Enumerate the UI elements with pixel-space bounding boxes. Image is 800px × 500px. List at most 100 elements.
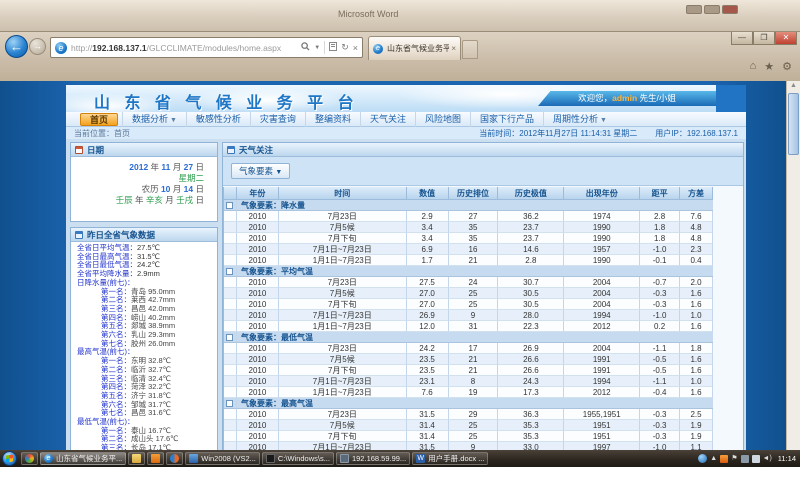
- table-row[interactable]: 20107月下旬31.42535.31951-0.31.9: [224, 431, 713, 442]
- table-row[interactable]: 20107月1日~7月23日23.1824.31994-1.11.0: [224, 376, 713, 387]
- taskbar-task-7[interactable]: C:\Windows\s...: [262, 452, 334, 465]
- back-button[interactable]: ←: [5, 35, 28, 58]
- close-button[interactable]: ✕: [775, 32, 797, 45]
- table-cell: 26.9: [498, 343, 564, 354]
- menu-item-9[interactable]: 周期性分析 ▼: [543, 112, 616, 127]
- table-row[interactable]: 20107月5候23.52126.61991-0.51.6: [224, 354, 713, 365]
- table-row[interactable]: 20107月23日31.52936.31955,1951-0.32.5: [224, 409, 713, 420]
- table-cell: 2010: [237, 222, 279, 233]
- collapse-icon[interactable]: [226, 334, 233, 341]
- taskbar-task-9[interactable]: W用户手册.docx ...: [412, 452, 488, 465]
- table-row[interactable]: 20101月1日~7月23日7.61917.32012-0.41.6: [224, 387, 713, 398]
- taskbar-task-5[interactable]: [166, 452, 183, 465]
- column-header[interactable]: 年份: [237, 187, 279, 200]
- column-header[interactable]: 距平: [640, 187, 680, 200]
- table-row[interactable]: 20107月23日24.21726.92004-1.11.8: [224, 343, 713, 354]
- minimize-button[interactable]: —: [731, 32, 753, 45]
- close-icon[interactable]: [722, 5, 738, 14]
- table-row[interactable]: 20107月23日27.52430.72004-0.72.0: [224, 277, 713, 288]
- table-group-row[interactable]: 气象要素：最低气温: [224, 332, 713, 343]
- taskbar-task-2[interactable]: e山东省气候业务平...: [40, 452, 126, 465]
- column-header[interactable]: 出现年份: [564, 187, 640, 200]
- minimize-icon[interactable]: [686, 5, 702, 14]
- menu-item-6[interactable]: 天气关注: [360, 112, 415, 127]
- globe-tray-icon[interactable]: [698, 454, 707, 463]
- show-hidden-icons[interactable]: ▲: [710, 454, 717, 463]
- table-row[interactable]: 20107月1日~7月23日6.91614.61957-1.02.3: [224, 244, 713, 255]
- row-indicator-cell: [224, 420, 237, 431]
- table-row[interactable]: 20107月5候27.02530.52004-0.31.6: [224, 288, 713, 299]
- date-text: 2012: [129, 162, 148, 172]
- table-row[interactable]: 20107月下旬23.52126.61991-0.51.6: [224, 365, 713, 376]
- table-cell: -0.3: [640, 288, 680, 299]
- home-icon[interactable]: ⌂: [750, 60, 757, 73]
- maximize-icon[interactable]: [704, 5, 720, 14]
- column-header[interactable]: 方差: [680, 187, 713, 200]
- scrollbar-thumb[interactable]: [788, 93, 799, 155]
- taskbar-task-label: C:\Windows\s...: [278, 454, 330, 463]
- date-line: 2012 年 11 月 27 日: [71, 162, 204, 173]
- table-row[interactable]: 20101月1日~7月23日12.03122.320120.21.6: [224, 321, 713, 332]
- menu-item-3[interactable]: 敏感性分析: [186, 112, 250, 127]
- table-row[interactable]: 20101月1日~7月23日1.7212.81990-0.10.4: [224, 255, 713, 266]
- maximize-button[interactable]: ❐: [753, 32, 775, 45]
- taskbar-task-4[interactable]: [147, 452, 164, 465]
- network-tray-icon[interactable]: [752, 455, 760, 463]
- table-group-row[interactable]: 气象要素：最高气温: [224, 398, 713, 409]
- table-cell: -0.7: [640, 277, 680, 288]
- action-center-flag-icon[interactable]: ⚑: [731, 454, 737, 463]
- favorites-star-icon[interactable]: ★: [764, 60, 774, 73]
- page-scrollbar[interactable]: ▲ ▼: [786, 81, 800, 467]
- table-row[interactable]: 20107月5候3.43523.719901.84.8: [224, 222, 713, 233]
- menu-item-2[interactable]: 数据分析 ▼: [122, 112, 186, 127]
- table-cell: -1.1: [640, 376, 680, 387]
- table-group-row[interactable]: 气象要素：平均气温: [224, 266, 713, 277]
- menu-item-4[interactable]: 灾害查询: [250, 112, 305, 127]
- table-row[interactable]: 20107月1日~7月23日26.9928.01994-1.01.0: [224, 310, 713, 321]
- table-row[interactable]: 20107月下旬27.02530.52004-0.31.6: [224, 299, 713, 310]
- menu-item-7[interactable]: 风险地图: [415, 112, 470, 127]
- taskbar-task-1[interactable]: [21, 452, 38, 465]
- column-header[interactable]: 历史极值: [498, 187, 564, 200]
- taskbar-task-3[interactable]: [128, 452, 145, 465]
- forward-button[interactable]: →: [29, 38, 46, 55]
- chevron-down-icon[interactable]: ▼: [314, 45, 320, 51]
- taskbar-task-8[interactable]: 192.168.59.99...: [336, 452, 410, 465]
- column-header[interactable]: 历史排位: [449, 187, 499, 200]
- compatibility-icon[interactable]: [329, 42, 337, 53]
- element-filter-button[interactable]: 气象要素 ▼: [231, 163, 290, 179]
- column-header[interactable]: 时间: [279, 187, 407, 200]
- table-row[interactable]: 20107月23日2.92736.219742.87.6: [224, 211, 713, 222]
- browser-tab[interactable]: e 山东省气候业务平... ×: [368, 36, 461, 60]
- url-text[interactable]: http://192.168.137.1/GLCCLIMATE/modules/…: [71, 43, 301, 53]
- column-header[interactable]: 数值: [407, 187, 449, 200]
- table-row[interactable]: 20107月下旬3.43523.719901.84.8: [224, 233, 713, 244]
- menu-item-8[interactable]: 国家下行产品: [470, 112, 543, 127]
- table-cell: 1.6: [680, 288, 713, 299]
- table-row[interactable]: 20107月5候31.42535.31951-0.31.9: [224, 420, 713, 431]
- table-group-row[interactable]: 气象要素：降水量: [224, 200, 713, 211]
- new-tab-button[interactable]: [462, 40, 478, 59]
- settings-gear-icon[interactable]: ⚙: [782, 60, 792, 73]
- collapse-icon[interactable]: [226, 400, 233, 407]
- search-icon[interactable]: [301, 42, 310, 53]
- collapse-icon[interactable]: [226, 202, 233, 209]
- thunder-tray-icon[interactable]: [720, 455, 728, 463]
- tab-close-icon[interactable]: ×: [451, 44, 456, 53]
- stop-icon[interactable]: ×: [353, 43, 358, 53]
- scroll-up-icon[interactable]: ▲: [787, 82, 800, 89]
- ranking-rank: 第五名：: [101, 321, 131, 330]
- taskbar-clock[interactable]: 11:14: [778, 454, 796, 463]
- start-button[interactable]: [2, 451, 17, 466]
- menu-item-1[interactable]: 首页: [80, 113, 118, 126]
- volume-icon[interactable]: ◄): [763, 454, 772, 463]
- date-text: 壬戌: [176, 195, 193, 205]
- taskbar-task-6[interactable]: Win2008 (VS2...: [185, 452, 260, 465]
- address-bar[interactable]: e http://192.168.137.1/GLCCLIMATE/module…: [50, 37, 363, 58]
- group-label: 气象要素：降水量: [237, 200, 713, 211]
- menu-item-5[interactable]: 整编资料: [305, 112, 360, 127]
- table-cell: 23.7: [498, 233, 564, 244]
- refresh-icon[interactable]: ↻: [341, 42, 349, 53]
- collapse-icon[interactable]: [226, 268, 233, 275]
- display-tray-icon[interactable]: [741, 455, 749, 463]
